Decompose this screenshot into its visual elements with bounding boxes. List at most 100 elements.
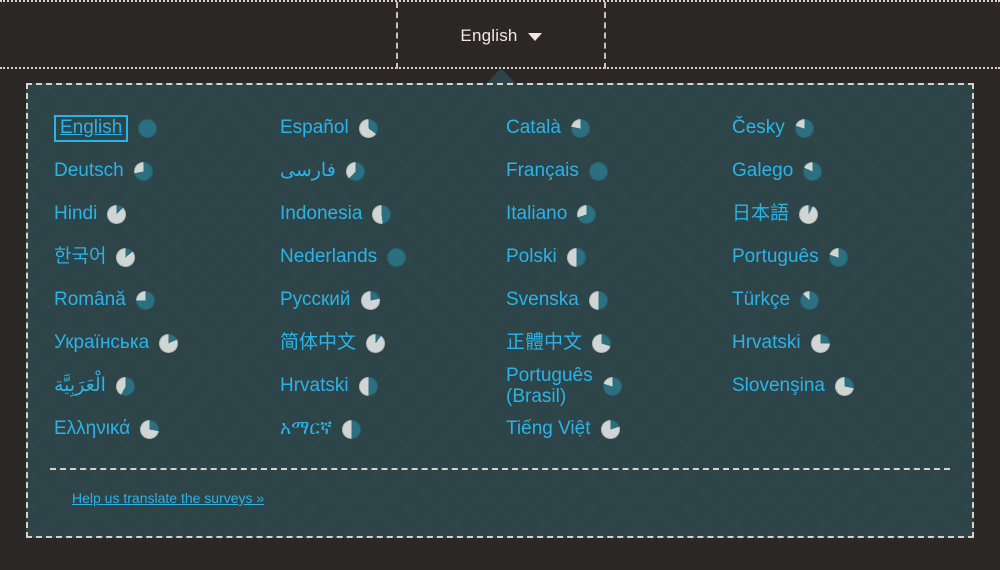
- translation-progress-pie-icon: [592, 334, 612, 353]
- language-option-label[interactable]: Hindi: [54, 204, 97, 225]
- help-translate-link[interactable]: Help us translate the surveys »: [72, 490, 264, 506]
- language-option-label[interactable]: Česky: [732, 118, 785, 139]
- language-option[interactable]: Hrvatski: [280, 365, 506, 408]
- language-option-label[interactable]: Ελληνικά: [54, 419, 130, 440]
- language-option[interactable]: Hrvatski: [732, 322, 958, 365]
- language-option[interactable]: English: [54, 107, 280, 150]
- language-option-label[interactable]: Svenska: [506, 290, 579, 311]
- language-option-label[interactable]: Polski: [506, 247, 557, 268]
- translation-progress-pie-icon: [116, 248, 136, 267]
- language-option[interactable]: الْعَرَبِيَّة: [54, 365, 280, 408]
- dropdown-arrow-icon: [487, 68, 515, 83]
- language-option[interactable]: Deutsch: [54, 150, 280, 193]
- language-option-label[interactable]: فارسی: [280, 161, 336, 182]
- language-switcher-button[interactable]: English: [396, 2, 606, 69]
- language-option[interactable]: Česky: [732, 107, 958, 150]
- translation-progress-pie-icon: [358, 377, 378, 396]
- language-switcher-label: English: [460, 25, 518, 45]
- language-option[interactable]: Ελληνικά: [54, 408, 280, 451]
- language-option-label[interactable]: Nederlands: [280, 247, 377, 268]
- language-option[interactable]: Català: [506, 107, 732, 150]
- language-option[interactable]: Türkçe: [732, 279, 958, 322]
- language-option[interactable]: አማርኛ: [280, 408, 506, 451]
- language-option[interactable]: 日本語: [732, 193, 958, 236]
- language-option-label[interactable]: Slovenşina: [732, 376, 825, 397]
- top-bar: English: [0, 0, 1000, 69]
- language-option-label[interactable]: Hrvatski: [732, 333, 801, 354]
- language-option-label[interactable]: 日本語: [732, 204, 789, 225]
- language-option[interactable]: Português (Brasil): [506, 365, 732, 408]
- translation-progress-pie-icon: [372, 205, 392, 224]
- language-dropdown-panel: English Español Català Česky Deutsch فارسی Fra…: [26, 83, 974, 538]
- language-option[interactable]: Українська: [54, 322, 280, 365]
- language-option-label[interactable]: Italiano: [506, 204, 567, 225]
- language-option[interactable]: Português: [732, 236, 958, 279]
- translation-progress-pie-icon: [358, 119, 378, 138]
- translation-progress-pie-icon: [140, 420, 160, 439]
- translation-progress-pie-icon: [794, 119, 814, 138]
- translation-progress-pie-icon: [345, 162, 365, 181]
- language-option-label[interactable]: Català: [506, 118, 561, 139]
- language-option-label[interactable]: Українська: [54, 333, 149, 354]
- language-grid: English Español Català Česky Deutsch فارسی Fra…: [28, 85, 972, 451]
- translation-progress-pie-icon: [799, 205, 819, 224]
- translation-progress-pie-icon: [834, 377, 854, 396]
- translation-progress-pie-icon: [107, 205, 127, 224]
- language-option[interactable]: 简体中文: [280, 322, 506, 365]
- translation-progress-pie-icon: [588, 291, 608, 310]
- language-option[interactable]: Русский: [280, 279, 506, 322]
- language-option[interactable]: Español: [280, 107, 506, 150]
- language-option-label[interactable]: 한국어: [54, 247, 106, 268]
- language-option[interactable]: Svenska: [506, 279, 732, 322]
- language-option[interactable]: Français: [506, 150, 732, 193]
- translation-progress-pie-icon: [566, 248, 586, 267]
- translation-progress-pie-icon: [360, 291, 380, 310]
- language-option[interactable]: Indonesia: [280, 193, 506, 236]
- language-option-label[interactable]: Română: [54, 290, 126, 311]
- language-option-label[interactable]: Русский: [280, 290, 351, 311]
- language-option-label[interactable]: Galego: [732, 161, 793, 182]
- language-option[interactable]: Hindi: [54, 193, 280, 236]
- translation-progress-pie-icon: [135, 291, 155, 310]
- translation-progress-pie-icon: [828, 248, 848, 267]
- language-option-label[interactable]: Français: [506, 161, 579, 182]
- language-option[interactable]: Polski: [506, 236, 732, 279]
- language-option[interactable]: Italiano: [506, 193, 732, 236]
- language-option[interactable]: 正體中文: [506, 322, 732, 365]
- language-option-label[interactable]: Indonesia: [280, 204, 362, 225]
- language-option-label[interactable]: አማርኛ: [280, 419, 332, 440]
- language-option-label[interactable]: Türkçe: [732, 290, 790, 311]
- translation-progress-pie-icon: [588, 162, 608, 181]
- language-option-label[interactable]: 正體中文: [506, 333, 582, 354]
- page-root: English English Español Català Česky Deutsch…: [0, 0, 1000, 570]
- language-option[interactable]: Română: [54, 279, 280, 322]
- translation-progress-pie-icon: [577, 205, 597, 224]
- translation-progress-pie-icon: [115, 377, 135, 396]
- language-option-label[interactable]: 简体中文: [280, 333, 356, 354]
- language-option-label[interactable]: Tiếng Việt: [506, 419, 591, 440]
- translation-progress-pie-icon: [133, 162, 153, 181]
- translation-progress-pie-icon: [387, 248, 407, 267]
- language-option-label[interactable]: Hrvatski: [280, 376, 349, 397]
- translation-progress-pie-icon: [366, 334, 386, 353]
- language-option[interactable]: 한국어: [54, 236, 280, 279]
- language-option[interactable]: Nederlands: [280, 236, 506, 279]
- language-option[interactable]: Galego: [732, 150, 958, 193]
- translation-progress-pie-icon: [342, 420, 362, 439]
- language-option[interactable]: Slovenşina: [732, 365, 958, 408]
- language-option-label[interactable]: Português (Brasil): [506, 365, 593, 407]
- language-option-label[interactable]: Español: [280, 118, 349, 139]
- translation-progress-pie-icon: [810, 334, 830, 353]
- translation-progress-pie-icon: [800, 291, 820, 310]
- language-option[interactable]: فارسی: [280, 150, 506, 193]
- panel-footer: Help us translate the surveys »: [50, 468, 950, 536]
- language-option-label[interactable]: Português: [732, 247, 819, 268]
- translation-progress-pie-icon: [159, 334, 179, 353]
- language-option[interactable]: Tiếng Việt: [506, 408, 732, 451]
- translation-progress-pie-icon: [570, 119, 590, 138]
- language-option-label[interactable]: Deutsch: [54, 161, 124, 182]
- language-option-label[interactable]: English: [54, 114, 129, 143]
- translation-progress-pie-icon: [602, 377, 622, 396]
- language-option-label[interactable]: الْعَرَبِيَّة: [54, 376, 106, 397]
- chevron-down-icon: [527, 33, 542, 41]
